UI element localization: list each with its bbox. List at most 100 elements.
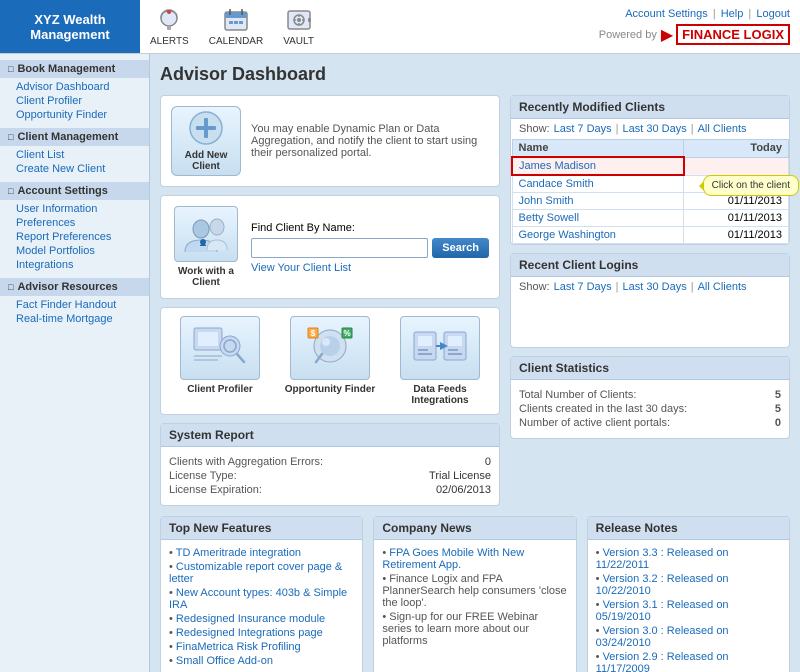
sidebar-item-advisor-dashboard[interactable]: Advisor Dashboard bbox=[16, 80, 149, 94]
sidebar-item-opportunity-finder[interactable]: Opportunity Finder bbox=[16, 108, 149, 122]
system-report-body: Clients with Aggregation Errors: 0 Licen… bbox=[161, 447, 499, 505]
add-new-client-action: Add New Client You may enable Dynamic Pl… bbox=[161, 96, 499, 186]
client-name-link[interactable]: Candace Smith bbox=[519, 178, 594, 190]
col-date: Today bbox=[684, 140, 789, 158]
top-new-features-card: Top New Features TD Ameritrade integrati… bbox=[160, 516, 363, 672]
feature-item[interactable]: New Account types: 403b & Simple IRA bbox=[169, 586, 354, 612]
sidebar-item-integrations[interactable]: Integrations bbox=[16, 258, 149, 272]
filter-all-rm[interactable]: All Clients bbox=[698, 123, 747, 135]
sidebar-links-book: Advisor Dashboard Client Profiler Opport… bbox=[0, 78, 149, 124]
mini-icon-data-feeds[interactable]: Data Feeds Integrations bbox=[389, 316, 491, 406]
nav-vault-label: VAULT bbox=[283, 36, 314, 47]
caret-client: □ bbox=[8, 132, 13, 142]
find-client-row: Search bbox=[251, 238, 489, 258]
find-client-input[interactable] bbox=[251, 238, 428, 258]
find-client-label: Find Client By Name: bbox=[251, 222, 355, 234]
client-statistics-body: Total Number of Clients: 5 Clients creat… bbox=[511, 380, 789, 438]
client-profiler-image bbox=[180, 316, 260, 380]
sidebar-section-label-advisor: Advisor Resources bbox=[17, 281, 117, 293]
header: XYZ Wealth Management ALERTS bbox=[0, 0, 800, 54]
recent-logins-header: Recent Client Logins bbox=[511, 254, 789, 277]
nav-icons: ALERTS CALENDAR bbox=[140, 0, 589, 53]
sidebar-section-header-account[interactable]: □ Account Settings bbox=[0, 182, 149, 200]
report-label-2: License Expiration: bbox=[169, 484, 262, 496]
client-date bbox=[684, 157, 789, 175]
release-item[interactable]: Version 3.2 : Released on 10/22/2010 bbox=[596, 572, 781, 598]
feature-item[interactable]: Redesigned Integrations page bbox=[169, 626, 354, 640]
filter-last30-rm[interactable]: Last 30 Days bbox=[623, 123, 687, 135]
news-link[interactable]: FPA Goes Mobile With New Retirement App. bbox=[382, 547, 524, 571]
view-client-list-link[interactable]: View Your Client List bbox=[251, 262, 489, 274]
sidebar-item-preferences[interactable]: Preferences bbox=[16, 216, 149, 230]
nav-alerts[interactable]: ALERTS bbox=[150, 6, 189, 47]
nav-alerts-label: ALERTS bbox=[150, 36, 189, 47]
filter-last7-rm[interactable]: Last 7 Days bbox=[554, 123, 612, 135]
sidebar-item-report-preferences[interactable]: Report Preferences bbox=[16, 230, 149, 244]
data-feeds-image bbox=[400, 316, 480, 380]
sidebar-item-user-information[interactable]: User Information bbox=[16, 202, 149, 216]
opportunity-finder-image: $ % bbox=[290, 316, 370, 380]
work-icon-container: Work with a Client bbox=[171, 206, 241, 288]
help-link[interactable]: Help bbox=[721, 8, 744, 20]
top-new-features-body: TD Ameritrade integrationCustomizable re… bbox=[161, 540, 362, 672]
mini-icons-card: Client Profiler $ bbox=[160, 307, 500, 415]
add-new-client-icon[interactable]: Add New Client bbox=[171, 106, 241, 176]
sidebar-item-create-new-client[interactable]: Create New Client bbox=[16, 162, 149, 176]
report-row-1: License Type: Trial License bbox=[169, 469, 491, 483]
sidebar-item-fact-finder[interactable]: Fact Finder Handout bbox=[16, 298, 149, 312]
sidebar-section-header-client[interactable]: □ Client Management bbox=[0, 128, 149, 146]
sep1: | bbox=[713, 8, 719, 20]
recent-logins-empty bbox=[511, 297, 789, 347]
search-button[interactable]: Search bbox=[432, 238, 489, 258]
left-panel: Add New Client You may enable Dynamic Pl… bbox=[160, 95, 500, 506]
logo: XYZ Wealth Management bbox=[0, 0, 140, 53]
client-name-link[interactable]: James Madison bbox=[519, 160, 596, 172]
sidebar-item-model-portfolios[interactable]: Model Portfolios bbox=[16, 244, 149, 258]
add-new-client-label: Add New Client bbox=[172, 150, 240, 172]
news-item: FPA Goes Mobile With New Retirement App. bbox=[382, 546, 567, 572]
release-item[interactable]: Version 2.9 : Released on 11/17/2009 bbox=[596, 650, 781, 672]
recently-modified-row: Betty Sowell01/11/2013 bbox=[512, 210, 789, 227]
sidebar-section-header-book[interactable]: □ Book Management bbox=[0, 60, 149, 78]
powered-by: Powered by ▶ FINANCE LOGIX bbox=[599, 24, 790, 45]
col-name: Name bbox=[512, 140, 684, 158]
report-value-2: 02/06/2013 bbox=[436, 484, 491, 496]
work-with-client-label: Work with a Client bbox=[171, 266, 241, 288]
feature-item[interactable]: TD Ameritrade integration bbox=[169, 546, 354, 560]
top-right-links: Account Settings | Help | Logout Powered… bbox=[589, 0, 800, 53]
right-panel: Recently Modified Clients Show: Last 7 D… bbox=[510, 95, 790, 506]
div2-rl: | bbox=[691, 281, 694, 293]
stats-label-1: Clients created in the last 30 days: bbox=[519, 403, 687, 415]
mini-icon-opportunity-finder[interactable]: $ % Opportunity Finder bbox=[279, 316, 381, 406]
svg-text:$: $ bbox=[311, 329, 316, 338]
sidebar-section-header-advisor[interactable]: □ Advisor Resources bbox=[0, 278, 149, 296]
account-settings-link[interactable]: Account Settings bbox=[625, 8, 708, 20]
filter-all-rl[interactable]: All Clients bbox=[698, 281, 747, 293]
report-value-0: 0 bbox=[485, 456, 491, 468]
feature-item[interactable]: Customizable report cover page & letter bbox=[169, 560, 354, 586]
feature-item[interactable]: Small Office Add-on bbox=[169, 654, 354, 668]
sidebar-item-client-profiler-bm[interactable]: Client Profiler bbox=[16, 94, 149, 108]
main: □ Book Management Advisor Dashboard Clie… bbox=[0, 54, 800, 672]
client-name-link[interactable]: George Washington bbox=[519, 229, 616, 241]
sidebar-section-client-management: □ Client Management Client List Create N… bbox=[0, 128, 149, 178]
release-item[interactable]: Version 3.0 : Released on 03/24/2010 bbox=[596, 624, 781, 650]
filter-last30-rl[interactable]: Last 30 Days bbox=[623, 281, 687, 293]
client-name-link[interactable]: Betty Sowell bbox=[519, 212, 580, 224]
client-name-link[interactable]: John Smith bbox=[519, 195, 574, 207]
filter-last7-rl[interactable]: Last 7 Days bbox=[554, 281, 612, 293]
stats-value-0: 5 bbox=[775, 389, 781, 401]
nav-vault[interactable]: VAULT bbox=[283, 6, 314, 47]
sidebar-item-client-list[interactable]: Client List bbox=[16, 148, 149, 162]
report-row-0: Clients with Aggregation Errors: 0 bbox=[169, 455, 491, 469]
nav-calendar[interactable]: CALENDAR bbox=[209, 6, 263, 47]
feature-item[interactable]: Redesigned Insurance module bbox=[169, 612, 354, 626]
sidebar-item-realtime-mortgage[interactable]: Real-time Mortgage bbox=[16, 312, 149, 326]
logout-link[interactable]: Logout bbox=[756, 8, 790, 20]
release-item[interactable]: Version 3.1 : Released on 05/19/2010 bbox=[596, 598, 781, 624]
mini-icon-client-profiler[interactable]: Client Profiler bbox=[169, 316, 271, 406]
feature-item[interactable]: FinaMetrica Risk Profiling bbox=[169, 640, 354, 654]
stats-label-0: Total Number of Clients: bbox=[519, 389, 636, 401]
release-item[interactable]: Version 3.3 : Released on 11/22/2011 bbox=[596, 546, 781, 572]
stats-row-0: Total Number of Clients: 5 bbox=[519, 388, 781, 402]
